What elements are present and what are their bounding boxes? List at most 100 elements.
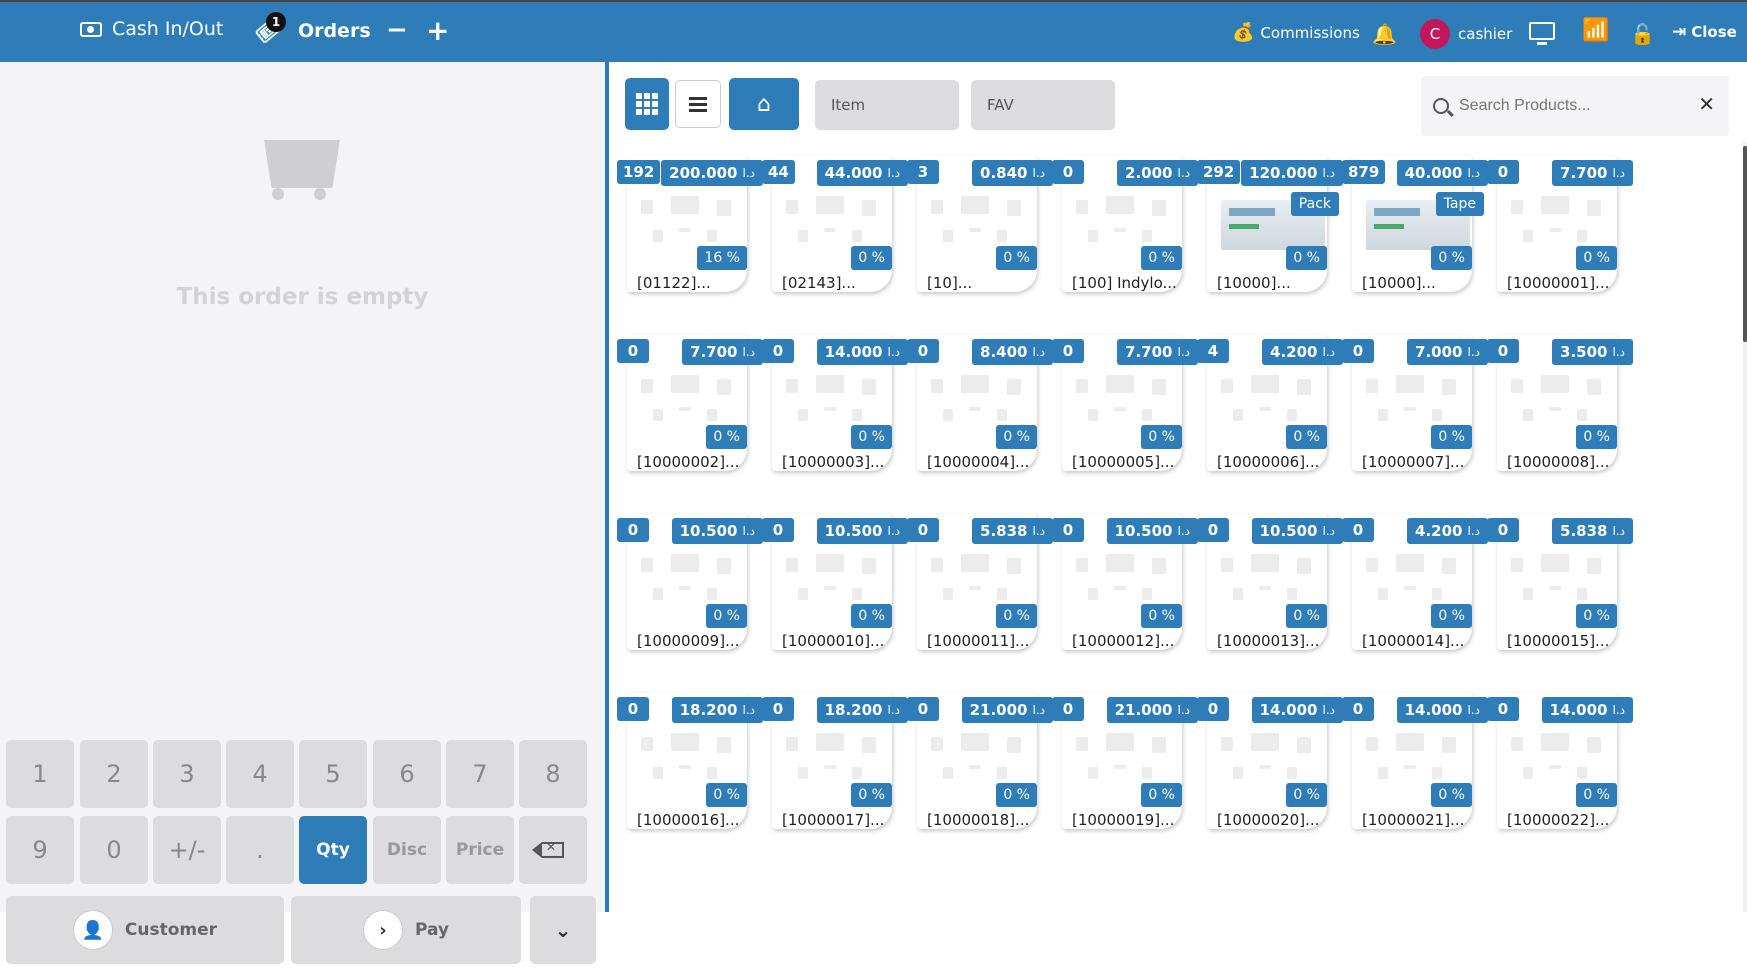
product-card[interactable]: 0 21.000 د.ا 0 % [10000018]...	[905, 683, 1055, 835]
product-name: [10000014]...	[1362, 632, 1465, 650]
price-value: 4.200	[1270, 343, 1318, 361]
cash-in-out-button[interactable]: Cash In/Out	[80, 18, 223, 40]
product-card[interactable]: 0 3.500 د.ا 0 % [10000008]...	[1485, 325, 1635, 477]
product-card[interactable]: 0 7.000 د.ا 0 % [10000007]...	[1340, 325, 1490, 477]
commissions-button[interactable]: 💰 Commissions	[1232, 22, 1360, 43]
price-badge: 21.000 د.ا	[961, 697, 1053, 723]
user-menu[interactable]: C cashier	[1420, 19, 1512, 49]
product-card[interactable]: 3 0.840 د.ا 0 % [10]...	[905, 146, 1055, 298]
discount-badge: 0 %	[1576, 604, 1617, 628]
numpad-key-1[interactable]: 1	[6, 740, 74, 808]
price-value: 7.700	[690, 343, 738, 361]
currency-label: د.ا	[887, 166, 901, 180]
product-card[interactable]: 0 14.000 د.ا 0 % [10000022]...	[1485, 683, 1635, 835]
numpad-key-6[interactable]: 6	[373, 740, 441, 808]
list-view-button[interactable]	[675, 80, 721, 128]
product-card[interactable]: 0 10.500 د.ا 0 % [10000013]...	[1195, 504, 1345, 656]
numpad-key-2[interactable]: 2	[80, 740, 148, 808]
bell-icon[interactable]: 🔔	[1372, 22, 1397, 46]
stock-qty-badge: 0	[1487, 339, 1519, 363]
product-card[interactable]: 0 5.838 د.ا 0 % [10000011]...	[905, 504, 1055, 656]
stock-qty-badge: 0	[1342, 518, 1374, 542]
discount-badge: 0 %	[851, 425, 892, 449]
price-badge: 200.000 د.ا	[661, 160, 763, 186]
product-card[interactable]: 0 4.200 د.ا 0 % [10000014]...	[1340, 504, 1490, 656]
placeholder-image-icon	[782, 542, 882, 608]
product-card[interactable]: 0 14.000 د.ا 0 % [10000003]...	[760, 325, 910, 477]
price-value: 5.838	[1560, 522, 1608, 540]
orders-button[interactable]: 🎟 1 Orders	[251, 12, 370, 49]
numpad-key-7[interactable]: 7	[446, 740, 514, 808]
product-card[interactable]: 0 10.500 د.ا 0 % [10000012]...	[1050, 504, 1200, 656]
money-icon	[80, 21, 102, 37]
category-item-button[interactable]: Item	[815, 80, 959, 130]
grid-icon	[636, 93, 658, 115]
product-card[interactable]: 292 120.000 د.ا Pack 0 % [10000]...	[1195, 146, 1345, 298]
backspace-button[interactable]	[519, 816, 587, 884]
numpad-key-9[interactable]: 9	[6, 816, 74, 884]
more-actions-button[interactable]: ⌄	[530, 896, 596, 964]
numpad-key-8[interactable]: 8	[519, 740, 587, 808]
numpad-key-plus-minus[interactable]: +/-	[153, 816, 221, 884]
price-value: 120.000	[1249, 164, 1318, 182]
numpad-key-3[interactable]: 3	[153, 740, 221, 808]
placeholder-image-icon	[782, 721, 882, 787]
monitor-icon[interactable]	[1529, 22, 1555, 45]
price-mode-button[interactable]: Price	[446, 816, 514, 884]
search-input[interactable]	[1459, 97, 1689, 115]
customer-button[interactable]: 👤 Customer	[6, 896, 284, 964]
price-value: 21.000	[1114, 701, 1173, 719]
product-card[interactable]: 0 18.200 د.ا 0 % [10000016]...	[615, 683, 765, 835]
product-card[interactable]: 0 5.838 د.ا 0 % [10000015]...	[1485, 504, 1635, 656]
product-card[interactable]: 0 7.700 د.ا 0 % [10000002]...	[615, 325, 765, 477]
product-card[interactable]: 4 4.200 د.ا 0 % [10000006]...	[1195, 325, 1345, 477]
product-card[interactable]: 192 200.000 د.ا 16 % [01122]...	[615, 146, 765, 298]
product-card[interactable]: 0 10.500 د.ا 0 % [10000009]...	[615, 504, 765, 656]
discount-badge: 0 %	[996, 604, 1037, 628]
product-card[interactable]: 44 44.000 د.ا 0 % [02143]...	[760, 146, 910, 298]
product-card[interactable]: 0 14.000 د.ا 0 % [10000021]...	[1340, 683, 1490, 835]
currency-label: د.ا	[742, 703, 756, 717]
discount-badge: 0 %	[1431, 783, 1472, 807]
user-name: cashier	[1458, 25, 1513, 43]
stock-qty-badge: 0	[617, 697, 649, 721]
product-card[interactable]: 0 7.700 د.ا 0 % [10000005]...	[1050, 325, 1200, 477]
discount-badge: 0 %	[996, 246, 1037, 270]
search-icon	[1433, 98, 1449, 114]
product-card[interactable]: 0 21.000 د.ا 0 % [10000019]...	[1050, 683, 1200, 835]
close-button[interactable]: ⇥ Close	[1672, 22, 1737, 42]
product-card[interactable]: 0 7.700 د.ا 0 % [10000001]...	[1485, 146, 1635, 298]
price-badge: 7.700 د.ا	[1552, 160, 1633, 186]
stock-qty-badge: 0	[907, 339, 939, 363]
discount-badge: 0 %	[1286, 604, 1327, 628]
numpad-key-decimal[interactable]: .	[226, 816, 294, 884]
numpad-key-5[interactable]: 5	[299, 740, 367, 808]
disc-mode-button[interactable]: Disc	[373, 816, 441, 884]
price-badge: 7.000 د.ا	[1407, 339, 1488, 365]
product-card[interactable]: 0 8.400 د.ا 0 % [10000004]...	[905, 325, 1055, 477]
product-card[interactable]: 0 10.500 د.ا 0 % [10000010]...	[760, 504, 910, 656]
product-card[interactable]: 0 18.200 د.ا 0 % [10000017]...	[760, 683, 910, 835]
add-order-button[interactable]: +	[426, 14, 449, 47]
category-fav-button[interactable]: FAV	[971, 80, 1115, 130]
placeholder-image-icon	[1217, 542, 1317, 608]
product-card[interactable]: 879 40.000 د.ا Tape 0 % [10000]...	[1340, 146, 1490, 298]
grid-view-button[interactable]	[625, 78, 669, 130]
discount-badge: 0 %	[996, 425, 1037, 449]
home-category-button[interactable]: ⌂	[729, 78, 799, 130]
unlock-icon[interactable]: 🔓	[1630, 22, 1655, 46]
remove-order-button[interactable]: −	[386, 15, 408, 45]
product-card[interactable]: 0 2.000 د.ا 0 % [100] Indylo...	[1050, 146, 1200, 298]
qty-mode-button[interactable]: Qty	[299, 816, 367, 884]
pay-button[interactable]: › Pay	[291, 896, 521, 964]
clear-search-icon[interactable]: ✕	[1698, 92, 1715, 116]
product-card[interactable]: 0 14.000 د.ا 0 % [10000020]...	[1195, 683, 1345, 835]
price-badge: 3.500 د.ا	[1552, 339, 1633, 365]
numpad-key-4[interactable]: 4	[226, 740, 294, 808]
scrollbar-thumb[interactable]	[1743, 146, 1747, 342]
currency-label: د.ا	[1322, 166, 1336, 180]
numpad-key-0[interactable]: 0	[80, 816, 148, 884]
order-panel: This order is empty 1 2 3 4 5 6 7 8 9 0 …	[0, 62, 605, 964]
currency-label: د.ا	[1032, 524, 1046, 538]
discount-badge: 0 %	[1576, 425, 1617, 449]
